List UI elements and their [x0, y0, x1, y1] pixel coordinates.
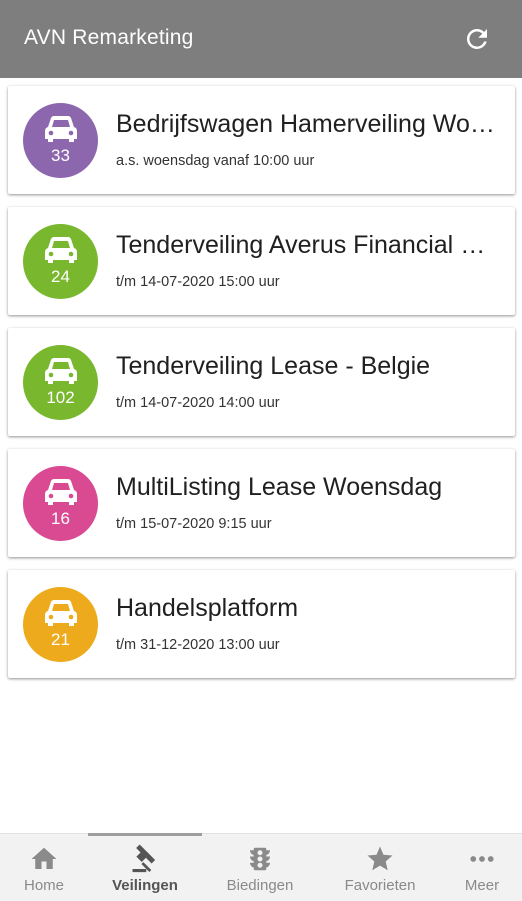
car-icon [45, 358, 77, 384]
auction-time: a.s. woensdag vanaf 10:00 uur [116, 153, 315, 169]
nav-label: Veilingen [112, 877, 178, 894]
refresh-icon[interactable] [462, 24, 492, 54]
auction-count-badge: 24 [23, 224, 98, 299]
nav-item-home[interactable]: Home [0, 834, 88, 901]
nav-item-favorieten[interactable]: Favorieten [318, 834, 442, 901]
auction-time: t/m 14-07-2020 15:00 uur [116, 274, 280, 290]
auction-card[interactable]: 24 Tenderveiling Averus Financial Servic… [8, 207, 515, 315]
auction-count-badge: 21 [23, 587, 98, 662]
auction-card[interactable]: 33 Bedrijfswagen Hamerveiling Woensdag a… [8, 86, 515, 194]
car-icon [45, 116, 77, 142]
nav-item-biedingen[interactable]: Biedingen [202, 834, 318, 901]
auction-name: MultiListing Lease Woensdag [116, 473, 443, 501]
home-icon [31, 847, 57, 869]
app-bar: AVN Remarketing [0, 0, 522, 78]
star-icon [367, 846, 393, 871]
auction-card[interactable]: 102 Tenderveiling Lease - Belgie t/m 14-… [8, 328, 515, 436]
auction-count: 21 [51, 630, 70, 649]
auction-count: 24 [51, 267, 70, 286]
auction-card[interactable]: 16 MultiListing Lease Woensdag t/m 15-07… [8, 449, 515, 557]
traffic-light-icon [250, 847, 270, 871]
auction-name: Tenderveiling Lease - Belgie [116, 352, 431, 380]
auction-name: Handelsplatform [116, 594, 299, 622]
auction-count: 33 [51, 146, 70, 165]
nav-item-meer[interactable]: Meer [442, 834, 522, 901]
app-title: AVN Remarketing [24, 26, 194, 49]
auction-count-badge: 33 [23, 103, 98, 178]
auction-time: t/m 31-12-2020 13:00 uur [116, 637, 280, 653]
auction-count: 102 [46, 388, 75, 407]
nav-item-veilingen[interactable]: Veilingen [88, 834, 202, 901]
gavel-icon [132, 844, 156, 873]
nav-label: Meer [464, 877, 500, 894]
auction-time: t/m 15-07-2020 9:15 uur [116, 516, 272, 532]
auction-time: t/m 14-07-2020 14:00 uur [116, 395, 280, 411]
nav-label: Home [23, 877, 64, 894]
nav-label: Favorieten [344, 877, 416, 894]
car-icon [45, 237, 77, 263]
bottom-navigation: Home Veilingen Biedingen Favorieten Meer [0, 833, 522, 901]
auction-count: 16 [51, 509, 70, 528]
more-dots-icon [470, 856, 494, 862]
auction-count-badge: 102 [23, 345, 98, 420]
car-icon [45, 479, 77, 505]
car-icon [45, 600, 77, 626]
auction-name: Bedrijfswagen Hamerveiling Woensdag [116, 110, 496, 138]
nav-label: Biedingen [226, 877, 294, 894]
auction-count-badge: 16 [23, 466, 98, 541]
auction-name: Tenderveiling Averus Financial Services [116, 231, 496, 259]
auction-card[interactable]: 21 Handelsplatform t/m 31-12-2020 13:00 … [8, 570, 515, 678]
